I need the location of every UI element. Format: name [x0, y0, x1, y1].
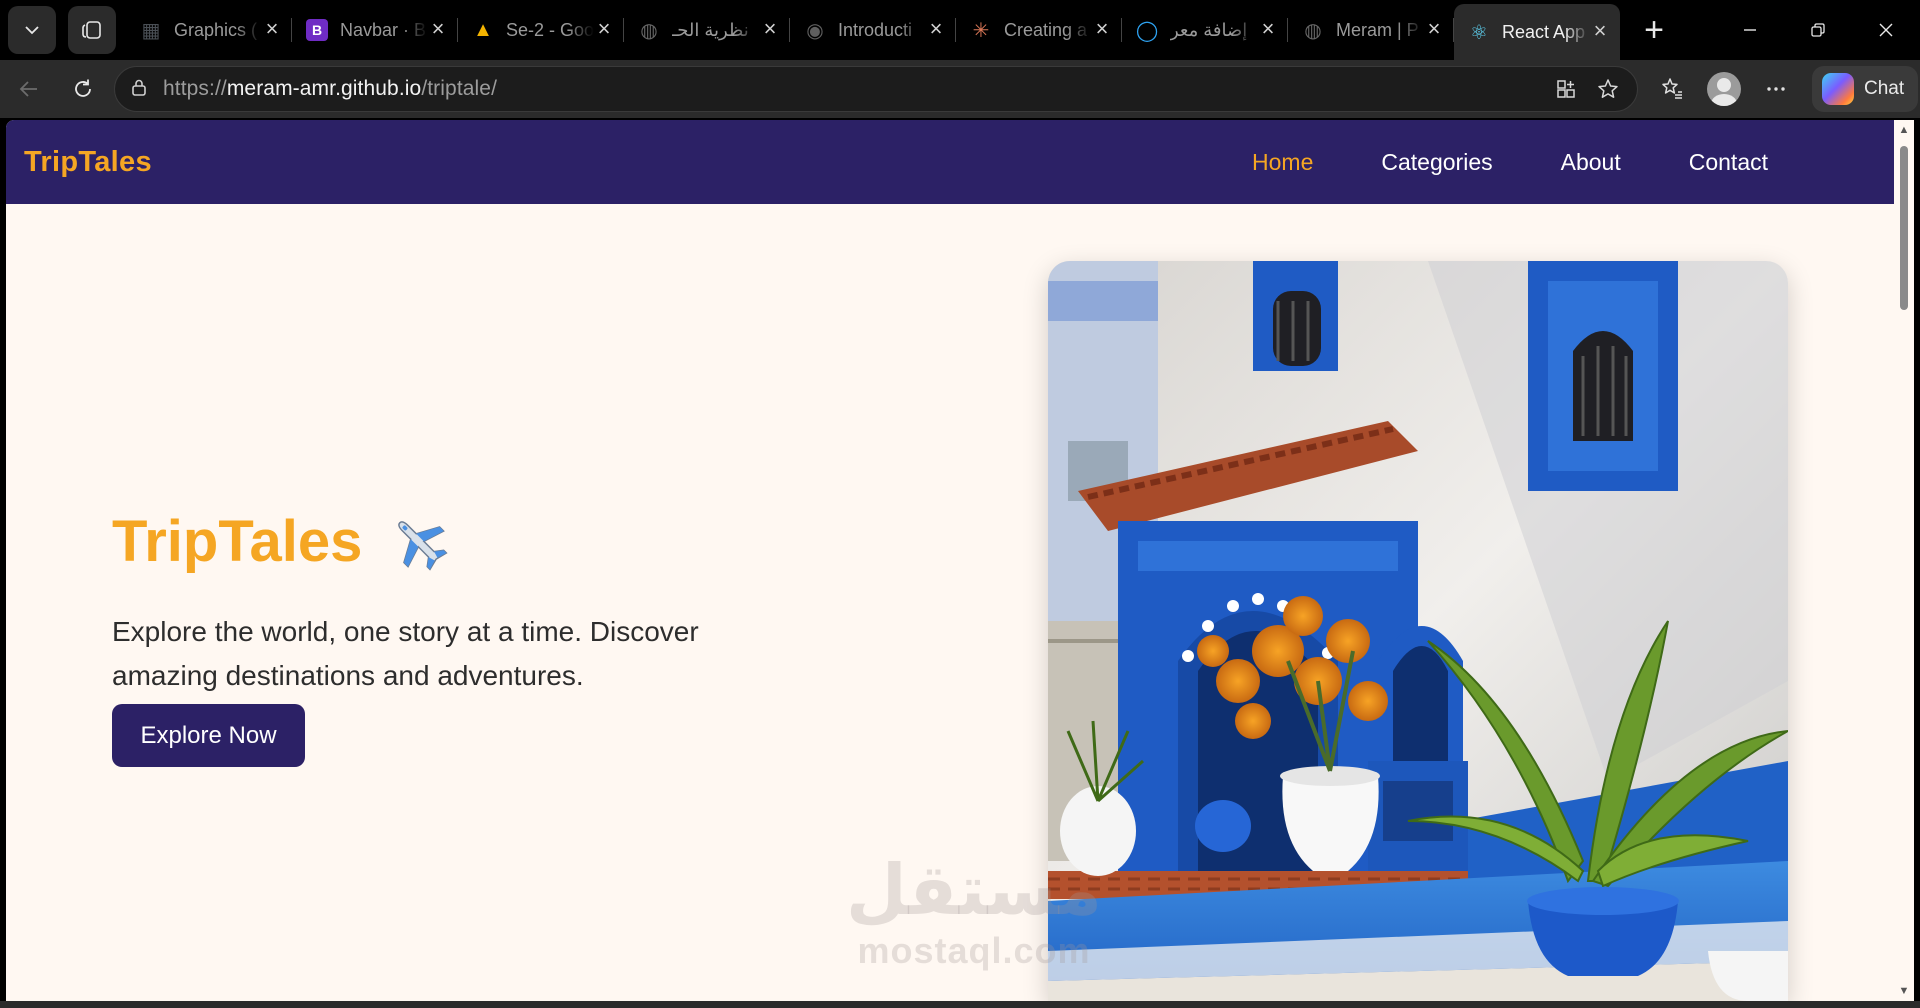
chevron-down-icon: [25, 26, 39, 35]
minimize-icon: [1744, 29, 1756, 31]
close-tab-icon[interactable]: ×: [1258, 18, 1278, 40]
scrollbar-thumb[interactable]: [1900, 146, 1908, 310]
page-scrollbar[interactable]: ▲ ▼: [1894, 120, 1914, 1001]
tab-actions-menu-button[interactable]: [8, 6, 56, 54]
arrow-left-icon: [19, 81, 37, 97]
close-tab-icon[interactable]: ×: [1092, 18, 1112, 40]
close-tab-icon[interactable]: ×: [760, 18, 780, 40]
hero-description: Explore the world, one story at a time. …: [112, 616, 699, 691]
react-icon: ⚛: [1470, 21, 1488, 44]
bootstrap-favicon-icon: B: [306, 19, 328, 41]
star-icon: [1598, 79, 1618, 98]
tab-title: Graphics (: [174, 19, 258, 40]
scroll-down-arrow-icon[interactable]: ▼: [1898, 985, 1910, 997]
explore-now-button[interactable]: Explore Now: [112, 704, 305, 767]
tab-title: Meram | P: [1336, 19, 1419, 40]
tab-title: Se-2 - Goo: [506, 19, 594, 40]
tab-title: Creating a: [1004, 19, 1088, 40]
url-text: https://meram-amr.github.io/triptale/: [163, 77, 498, 100]
globe-icon: ◍: [1304, 19, 1322, 42]
url-host: meram-amr.github.io: [226, 77, 422, 100]
scroll-up-arrow-icon[interactable]: ▲: [1898, 124, 1910, 136]
browser-tab[interactable]: ◍ نظرية الحـ ×: [624, 4, 790, 56]
avatar: [1707, 72, 1741, 106]
browser-toolbar: https://meram-amr.github.io/triptale/ Ch…: [0, 60, 1920, 118]
close-tab-icon[interactable]: ×: [1590, 20, 1610, 42]
nav-link-contact[interactable]: Contact: [1689, 149, 1768, 176]
site-brand-link[interactable]: TripTales: [24, 146, 152, 179]
ellipsis-icon: [1767, 87, 1785, 91]
tab-list: ▦ Graphics (× B Navbar · B × ▲ Se-2 - Goo × ◍ نظر…: [126, 4, 1620, 60]
nav-link-home[interactable]: Home: [1252, 149, 1313, 176]
browser-tab[interactable]: ◉ Introducti ×: [790, 4, 956, 56]
mostaql-favicon-icon: ◯: [1135, 19, 1159, 42]
browser-tab[interactable]: ⚛ React App ×: [1454, 4, 1620, 60]
favorite-star-button[interactable]: [1587, 69, 1629, 109]
close-tab-icon[interactable]: ×: [1424, 18, 1444, 40]
graphics-favicon-icon: ▦: [141, 19, 161, 42]
browser-tab[interactable]: ✳ Creating a ×: [956, 4, 1122, 56]
browser-tab[interactable]: B Navbar · B ×: [292, 4, 458, 56]
page-viewport: TripTales Home Categories About Contact Tri…: [6, 120, 1894, 1001]
nav-link-about[interactable]: About: [1561, 149, 1621, 176]
close-icon: [1879, 23, 1893, 37]
tab-title: Introducti: [838, 19, 913, 40]
browser-tab[interactable]: ▦ Graphics (×: [126, 4, 292, 56]
chat-label: Chat: [1864, 78, 1905, 99]
lock-icon: [129, 77, 149, 102]
copilot-chat-button[interactable]: Chat: [1812, 66, 1919, 112]
google-drive-icon: ▲: [473, 18, 493, 41]
apps-grid-icon: [1557, 80, 1575, 98]
workspaces-button[interactable]: [68, 6, 116, 54]
nav-link-categories[interactable]: Categories: [1381, 149, 1492, 176]
address-bar[interactable]: https://meram-amr.github.io/triptale/: [114, 66, 1638, 112]
back-button[interactable]: [2, 65, 56, 113]
workspaces-icon: [82, 21, 101, 39]
restore-icon: [1811, 23, 1825, 37]
app-available-button[interactable]: [1545, 69, 1587, 109]
close-tab-icon[interactable]: ×: [594, 18, 614, 40]
window-bottom-border: [0, 1001, 1920, 1008]
airplane-icon: [388, 511, 450, 573]
tab-strip: ▦ Graphics (× B Navbar · B × ▲ Se-2 - Goo × ◍ نظر…: [0, 0, 1920, 60]
close-window-button[interactable]: [1852, 0, 1920, 60]
profile-button[interactable]: [1698, 65, 1750, 113]
tab-title: React App: [1502, 21, 1586, 42]
close-tab-icon[interactable]: ×: [428, 18, 448, 40]
new-tab-button[interactable]: +: [1630, 6, 1678, 54]
tab-title: نظرية الحـ: [672, 19, 749, 40]
more-options-button[interactable]: [1750, 65, 1802, 113]
globe-icon: ◍: [640, 19, 658, 42]
close-tab-icon[interactable]: ×: [262, 18, 282, 40]
url-path: /triptale/: [421, 77, 498, 100]
podcast-icon: ◉: [806, 19, 824, 42]
browser-tab[interactable]: ◍ Meram | P ×: [1288, 4, 1454, 56]
site-navbar: TripTales Home Categories About Contact: [6, 120, 1894, 204]
tab-title: Navbar · B: [340, 19, 427, 40]
favorites-button[interactable]: [1646, 65, 1698, 113]
site-nav-links: Home Categories About Contact: [1184, 149, 1768, 176]
hero-title: TripTales: [112, 508, 450, 575]
hero-image: [1048, 261, 1788, 1001]
minimize-button[interactable]: [1716, 0, 1784, 60]
favorites-list-icon: [1662, 78, 1682, 99]
close-tab-icon[interactable]: ×: [926, 18, 946, 40]
tab-title: إضافة معر: [1170, 19, 1248, 40]
window-controls: [1716, 0, 1920, 60]
copilot-icon: [1822, 73, 1854, 105]
hero-title-text: TripTales: [112, 509, 363, 574]
claude-icon: ✳: [972, 19, 990, 42]
refresh-icon: [75, 79, 91, 97]
restore-button[interactable]: [1784, 0, 1852, 60]
browser-tab[interactable]: ▲ Se-2 - Goo ×: [458, 4, 624, 56]
refresh-button[interactable]: [56, 65, 110, 113]
browser-tab[interactable]: ◯ إضافة معر ×: [1122, 4, 1288, 56]
